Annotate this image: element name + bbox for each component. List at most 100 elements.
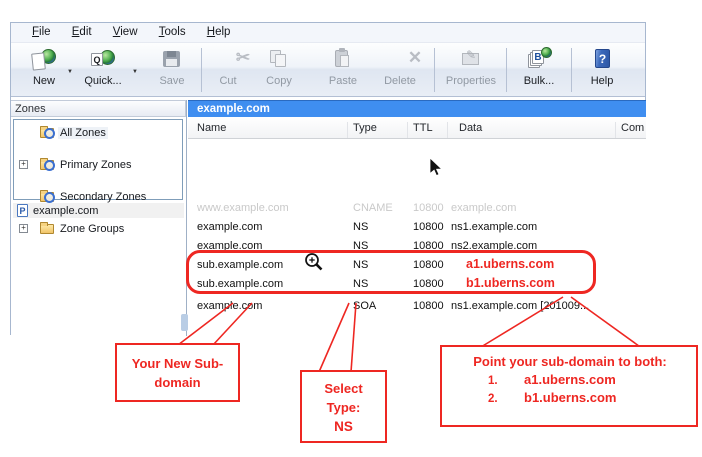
column-header-data[interactable]: Data	[459, 122, 482, 134]
record-ttl: 10800	[413, 300, 444, 312]
record-name: example.com	[197, 300, 262, 312]
column-header-ttl[interactable]: TTL	[413, 122, 433, 134]
record-ttl: 10800	[413, 221, 444, 233]
help-icon: ?	[587, 47, 617, 73]
dns-app-window: File Edit View Tools Help New ▼ Q Quick.…	[10, 22, 646, 335]
callout-point-subdomain: Point your sub-domain to both: 1. a1.ube…	[440, 345, 698, 427]
record-row-soa[interactable]: example.com SOA 10800 ns1.example.com [2…	[189, 299, 646, 315]
copy-button[interactable]: Copy	[257, 47, 301, 93]
record-data: b1.uberns.com	[466, 276, 555, 290]
tree-item-label: Primary Zones	[58, 159, 134, 171]
cut-icon: ✂	[213, 47, 243, 73]
menu-bar: File Edit View Tools Help	[11, 23, 645, 43]
record-data: example.com	[451, 202, 516, 214]
record-ttl: 10800	[413, 240, 444, 252]
menu-edit[interactable]: Edit	[63, 23, 101, 38]
record-name: www.example.com	[197, 202, 289, 214]
save-button[interactable]: Save	[150, 47, 194, 93]
panel-divider[interactable]	[186, 100, 187, 336]
column-divider[interactable]	[347, 122, 348, 138]
copy-button-label: Copy	[257, 75, 301, 87]
bulk-update-icon: B	[524, 47, 554, 73]
record-row-sub-ns-a1[interactable]: sub.example.com NS 10800 a1.uberns.com	[189, 258, 646, 274]
zone-search-folder-icon	[40, 192, 54, 202]
toolbar-separator	[571, 48, 572, 92]
column-header-comments[interactable]: Com	[621, 122, 644, 134]
folder-icon	[40, 224, 54, 234]
record-row-ns1[interactable]: example.com NS 10800 ns1.example.com	[189, 220, 646, 236]
callout-text: Select	[302, 379, 385, 398]
properties-button-label: Properties	[439, 75, 503, 87]
tree-item-label: Zone Groups	[58, 223, 126, 235]
callout-select-type: Select Type: NS	[300, 370, 387, 443]
zones-panel-header: Zones	[11, 100, 186, 117]
expand-plus-icon[interactable]: +	[19, 160, 28, 169]
column-header-name[interactable]: Name	[197, 122, 226, 134]
nameserver-value: a1.uberns.com	[524, 372, 616, 387]
column-divider[interactable]	[447, 122, 448, 138]
record-row-sub-ns-b1[interactable]: sub.example.com NS 10800 b1.uberns.com	[189, 277, 646, 293]
new-zone-icon	[29, 47, 59, 73]
nameserver-value: b1.uberns.com	[524, 390, 616, 405]
record-name: sub.example.com	[197, 259, 283, 271]
record-data: ns2.example.com	[451, 240, 537, 252]
toolbar-separator	[506, 48, 507, 92]
record-type: NS	[353, 221, 368, 233]
quick-zone-icon: Q	[88, 47, 118, 73]
expand-plus-icon[interactable]: +	[19, 224, 28, 233]
new-dropdown-arrow-icon[interactable]: ▼	[65, 69, 75, 75]
record-name: sub.example.com	[197, 278, 283, 290]
properties-icon: ✎	[456, 47, 486, 73]
zone-search-folder-icon	[40, 128, 54, 138]
callout-type-value: NS	[302, 417, 385, 436]
tree-item-primary-zones[interactable]: + Primary Zones	[14, 157, 182, 173]
column-divider[interactable]	[615, 122, 616, 138]
tree-item-label: All Zones	[58, 127, 108, 139]
callout-title: Point your sub-domain to both:	[450, 354, 690, 369]
menu-tools[interactable]: Tools	[150, 23, 195, 38]
primary-zone-icon: P	[17, 204, 28, 217]
quick-dropdown-arrow-icon[interactable]: ▼	[130, 69, 140, 75]
quick-zone-button[interactable]: Q Quick...	[79, 47, 127, 93]
callout-text: domain	[117, 373, 238, 392]
callout-list-item: 1. a1.uberns.com	[450, 372, 690, 387]
save-icon	[157, 47, 187, 73]
paste-button[interactable]: Paste	[321, 47, 365, 93]
help-button[interactable]: ? Help	[580, 47, 624, 93]
record-ttl: 10800	[413, 202, 444, 214]
new-zone-button[interactable]: New	[21, 47, 67, 93]
properties-button[interactable]: ✎ Properties	[439, 47, 503, 93]
menu-view[interactable]: View	[104, 23, 147, 38]
list-number: 2.	[488, 393, 508, 405]
callout-text: Type:	[302, 398, 385, 417]
screenshot-root: File Edit View Tools Help New ▼ Q Quick.…	[0, 0, 702, 457]
panel-splitter-handle[interactable]	[181, 314, 188, 331]
record-type: NS	[353, 278, 368, 290]
callout-text: Your New Sub-	[117, 354, 238, 373]
record-row-www-cname[interactable]: www.example.com CNAME 10800 example.com	[189, 201, 646, 217]
record-data: ns1.example.com	[451, 221, 537, 233]
cut-button-label: Cut	[206, 75, 250, 87]
tree-item-all-zones[interactable]: All Zones	[14, 125, 182, 141]
cut-button[interactable]: ✂ Cut	[206, 47, 250, 93]
menu-help[interactable]: Help	[198, 23, 240, 38]
zone-item-label: example.com	[33, 205, 98, 217]
toolbar: New ▼ Q Quick... ▼ Save ✂ Cut Copy	[11, 43, 645, 97]
menu-file[interactable]: File	[23, 23, 60, 38]
record-ttl: 10800	[413, 278, 444, 290]
copy-icon	[264, 47, 294, 73]
record-row-ns2[interactable]: example.com NS 10800 ns2.example.com	[189, 239, 646, 255]
records-panel-title: example.com	[188, 100, 646, 117]
toolbar-separator	[201, 48, 202, 92]
delete-button[interactable]: ✕ Delete	[378, 47, 422, 93]
callout-list-item: 2. b1.uberns.com	[450, 390, 690, 405]
list-number: 1.	[488, 375, 508, 387]
records-column-header: Name Type TTL Data Com	[188, 117, 646, 139]
column-header-type[interactable]: Type	[353, 122, 377, 134]
bulk-update-button[interactable]: B Bulk...	[517, 47, 561, 93]
delete-button-label: Delete	[378, 75, 422, 87]
column-divider[interactable]	[407, 122, 408, 138]
record-data: a1.uberns.com	[466, 257, 554, 271]
tree-item-zone-groups[interactable]: + Zone Groups	[14, 221, 182, 237]
zone-list-item-example-com[interactable]: P example.com	[13, 203, 184, 218]
